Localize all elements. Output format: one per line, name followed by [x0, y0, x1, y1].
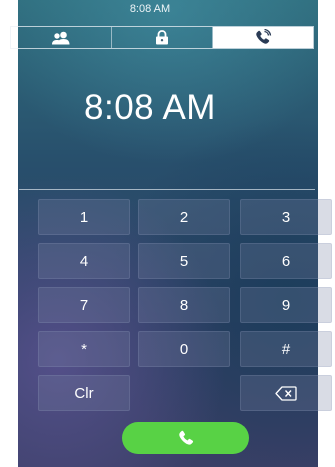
clock-display: 8:08 AM: [84, 88, 216, 127]
phone-icon: [178, 430, 193, 445]
key-9[interactable]: 9: [240, 287, 332, 323]
contacts-icon: [52, 31, 70, 44]
tab-call[interactable]: [213, 27, 313, 48]
key-hash[interactable]: #: [240, 331, 332, 367]
key-4[interactable]: 4: [38, 243, 130, 279]
key-0[interactable]: 0: [138, 331, 230, 367]
tab-contacts[interactable]: [11, 27, 112, 48]
key-8[interactable]: 8: [138, 287, 230, 323]
key-1[interactable]: 1: [38, 199, 130, 235]
clear-button[interactable]: Clr: [38, 375, 130, 411]
status-bar-time: 8:08 AM: [129, 3, 171, 15]
key-3[interactable]: 3: [240, 199, 332, 235]
lock-icon: [156, 30, 168, 45]
tab-lock[interactable]: [112, 27, 213, 48]
call-button[interactable]: [122, 422, 249, 454]
key-5[interactable]: 5: [138, 243, 230, 279]
key-7[interactable]: 7: [38, 287, 130, 323]
key-2[interactable]: 2: [138, 199, 230, 235]
backspace-button[interactable]: [240, 375, 332, 411]
divider: [19, 189, 315, 190]
tab-bar: [10, 26, 314, 49]
backspace-icon: [275, 385, 297, 401]
phone-call-icon: [256, 29, 272, 44]
key-star[interactable]: *: [38, 331, 130, 367]
key-6[interactable]: 6: [240, 243, 332, 279]
